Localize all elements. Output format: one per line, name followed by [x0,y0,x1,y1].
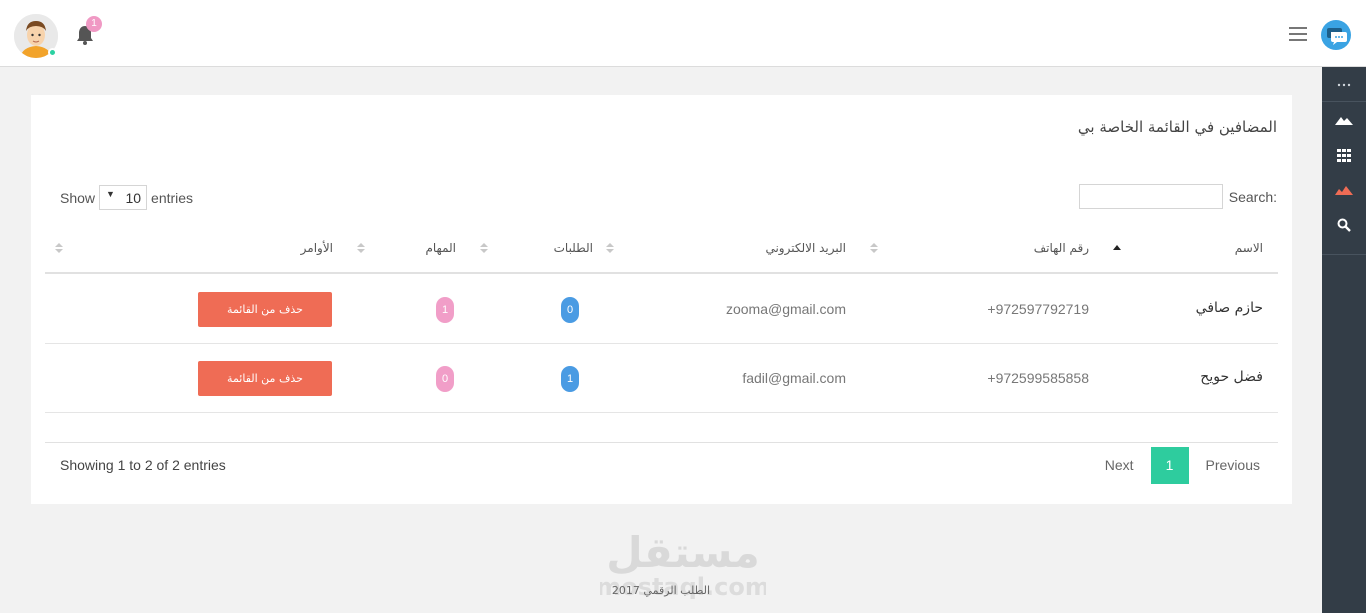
main-card: المضافين في القائمة الخاصة بي Show ▼ 10 … [31,95,1292,504]
watermark-arabic: مستقل [606,528,760,577]
top-bar: 1 [0,0,1366,67]
table-row: حازم صافي +972597792719 zooma@gmail.com … [45,275,1278,344]
row-phone: +972599585858 [987,370,1089,386]
row-email: zooma@gmail.com [725,301,846,317]
sort-both-icon[interactable] [357,242,365,254]
notifications-badge: 1 [86,16,102,32]
table-row: فضل حويح +972599585858 fadil@gmail.com 1… [45,344,1278,413]
footer-copyright: الطلب الرقمي 2017 [611,584,711,597]
table-header: الاسم رقم الهاتف البريد الالكتروني الطلب… [45,233,1278,274]
table-info: Showing 1 to 2 of 2 entries [60,457,226,473]
user-avatar[interactable] [14,14,58,58]
column-header-email[interactable]: البريد الالكتروني [765,241,846,255]
pagination-page-current[interactable]: 1 [1150,447,1189,484]
chevron-down-icon: ▼ [106,189,115,199]
sort-both-icon[interactable] [480,242,488,254]
grid-icon[interactable] [1322,140,1366,170]
sort-both-icon[interactable] [55,242,63,254]
row-phone: +972597792719 [987,301,1089,317]
table-search: Search: [1078,184,1277,209]
remove-from-list-button[interactable]: حذف من القائمة [198,361,332,396]
orders-count-badge: 0 [561,297,579,323]
sort-both-icon[interactable] [870,242,878,254]
column-header-actions[interactable]: الأوامر [301,241,333,255]
page-length-select[interactable]: ▼ 10 [99,185,148,210]
chat-logo-icon[interactable] [1321,20,1351,50]
row-name: فضل حويح [1200,369,1263,385]
tasks-count-badge: 1 [436,297,454,323]
chart-icon[interactable] [1322,175,1366,205]
page-length-control: Show ▼ 10 entries [60,185,193,210]
search-input[interactable] [1078,184,1223,209]
online-status-dot [48,48,57,57]
column-header-orders[interactable]: الطلبات [554,241,593,255]
pagination-previous[interactable]: Previous [1189,447,1277,484]
row-email: fadil@gmail.com [742,370,846,386]
search-label: Search: [1228,188,1277,205]
table-footer-divider [45,442,1278,443]
sort-asc-icon[interactable] [1113,242,1121,254]
show-label: Show [60,189,96,206]
tasks-count-badge: 0 [436,366,454,392]
sort-both-icon[interactable] [606,242,614,254]
mountains-icon[interactable] [1322,105,1366,135]
page-length-value: 10 [125,190,142,206]
entries-label: entries [151,189,194,206]
column-header-phone[interactable]: رقم الهاتف [1034,241,1089,255]
page-title: المضافين في القائمة الخاصة بي [1077,118,1277,136]
orders-count-badge: 1 [561,366,579,392]
menu-toggle-icon[interactable] [1289,27,1307,41]
row-name: حازم صافي [1195,300,1263,316]
more-dots-icon[interactable] [1322,70,1366,100]
pagination-next[interactable]: Next [1088,447,1151,484]
sidebar-rail [1322,67,1366,613]
column-header-tasks[interactable]: المهام [425,241,456,255]
pagination: Next 1 Previous [1088,447,1277,484]
search-icon[interactable] [1322,210,1366,240]
column-header-name[interactable]: الاسم [1235,241,1263,255]
remove-from-list-button[interactable]: حذف من القائمة [198,292,332,327]
